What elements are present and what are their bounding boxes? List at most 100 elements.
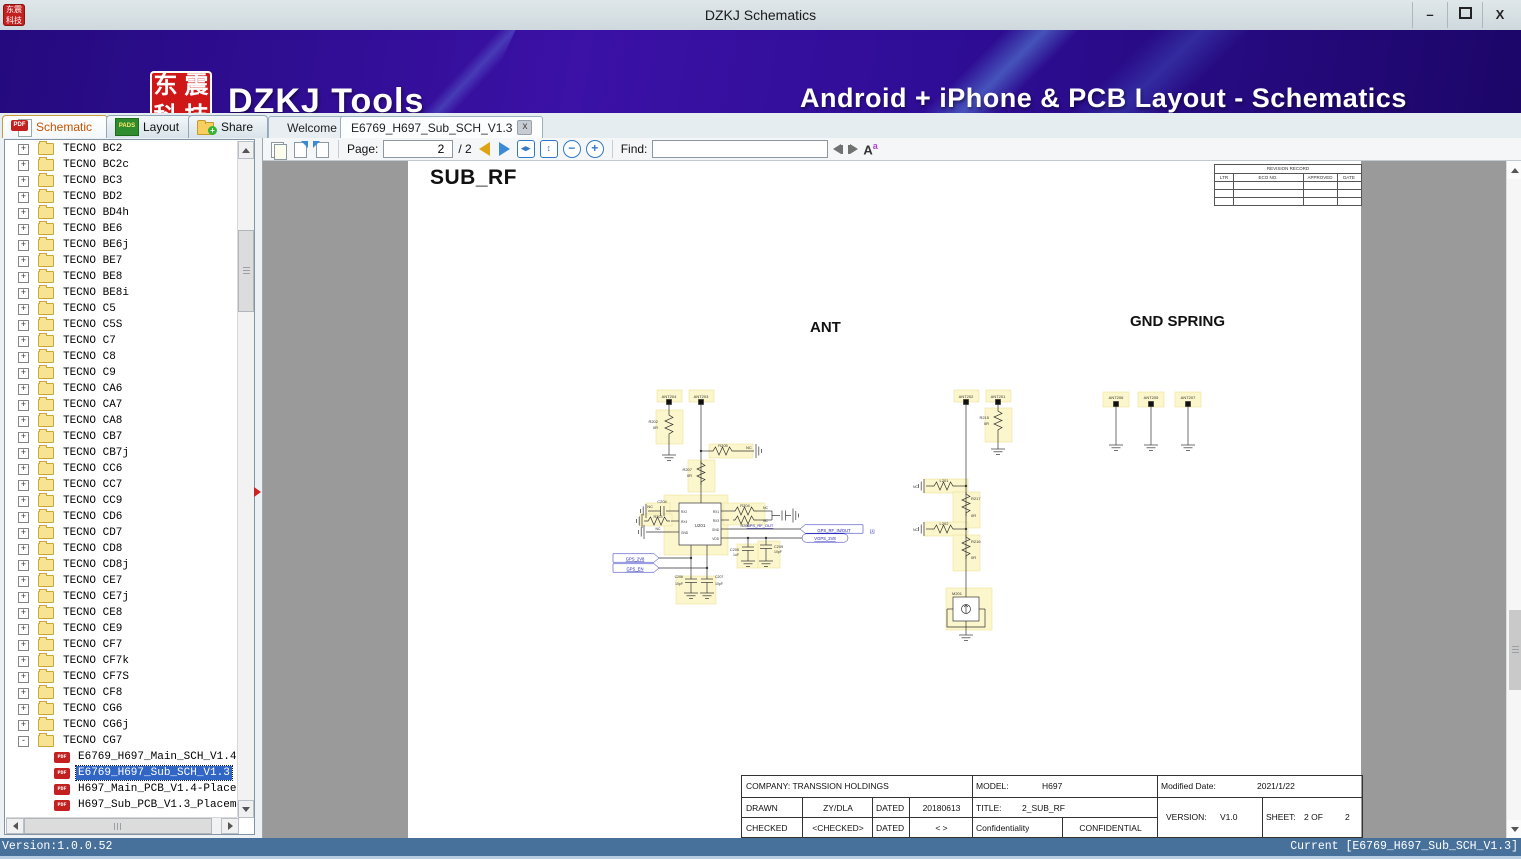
tree-folder[interactable]: + TECNO CC6 [6, 461, 236, 477]
find-next-button[interactable] [848, 144, 859, 154]
tree-folder[interactable]: + TECNO BE8 [6, 269, 236, 285]
expand-icon[interactable]: + [18, 623, 29, 635]
find-previous-button[interactable] [833, 144, 844, 154]
tree-vertical-scrollbar[interactable] [237, 141, 254, 818]
expand-icon[interactable]: + [18, 687, 29, 699]
expand-icon[interactable]: + [18, 639, 29, 651]
expand-icon[interactable]: + [18, 527, 29, 539]
expand-icon[interactable]: + [18, 559, 29, 571]
tree-folder[interactable]: + TECNO CF7k [6, 653, 236, 669]
expand-icon[interactable]: + [18, 335, 29, 347]
zoom-out-button[interactable]: − [562, 140, 581, 158]
tree-file[interactable]: PDF E6769_H697_Main_SCH_V1.4 [6, 749, 236, 765]
expand-icon[interactable]: + [18, 479, 29, 491]
scroll-right-button[interactable] [221, 818, 239, 834]
expand-icon[interactable]: + [18, 319, 29, 331]
scroll-down-button[interactable] [1507, 820, 1521, 838]
expand-icon[interactable]: + [18, 591, 29, 603]
expand-icon[interactable]: + [18, 287, 29, 299]
tab-share[interactable]: + Share [188, 115, 268, 138]
expand-icon[interactable]: + [18, 207, 29, 219]
expand-icon[interactable]: + [18, 719, 29, 731]
tree-folder[interactable]: + TECNO C9 [6, 365, 236, 381]
collapse-icon[interactable]: - [18, 735, 29, 747]
tree-folder[interactable]: + TECNO CE8 [6, 605, 236, 621]
scroll-up-button[interactable] [238, 141, 254, 159]
tree-folder[interactable]: + TECNO BE7 [6, 253, 236, 269]
prev-view-icon[interactable] [313, 140, 330, 158]
scroll-left-button[interactable] [6, 818, 24, 834]
tree-file[interactable]: PDF H697_Main_PCB_V1.4-Placemen [6, 781, 236, 797]
expand-icon[interactable]: + [18, 607, 29, 619]
tree-folder[interactable]: + TECNO C5 [6, 301, 236, 317]
tree-folder[interactable]: + TECNO C8 [6, 349, 236, 365]
expand-icon[interactable]: + [18, 463, 29, 475]
expand-icon[interactable]: + [18, 143, 29, 155]
expand-icon[interactable]: + [18, 447, 29, 459]
tree-folder[interactable]: + TECNO CC9 [6, 493, 236, 509]
tree-file[interactable]: PDF H697_Sub_PCB_V1.3_Placement [6, 797, 236, 813]
tree-folder[interactable]: + TECNO CG6 [6, 701, 236, 717]
next-page-button[interactable] [498, 142, 510, 156]
tab-schematic[interactable]: PDF Schematic [2, 115, 108, 138]
tree-folder[interactable]: + TECNO CF7 [6, 637, 236, 653]
tree-folder[interactable]: + TECNO CB7j [6, 445, 236, 461]
tree-folder[interactable]: + TECNO CF7S [6, 669, 236, 685]
splitter-collapse-arrow[interactable] [254, 487, 261, 497]
tree-folder[interactable]: + TECNO BC3 [6, 173, 236, 189]
expand-icon[interactable]: + [18, 399, 29, 411]
tree-folder[interactable]: + TECNO BE8i [6, 285, 236, 301]
maximize-button[interactable] [1447, 2, 1482, 28]
expand-icon[interactable]: + [18, 575, 29, 587]
tree-folder[interactable]: + TECNO CD8 [6, 541, 236, 557]
snapshot-icon[interactable] [269, 141, 287, 160]
tree-folder[interactable]: + TECNO C5S [6, 317, 236, 333]
expand-icon[interactable]: + [18, 303, 29, 315]
zoom-in-button[interactable]: + [585, 140, 604, 158]
expand-icon[interactable]: + [18, 703, 29, 715]
find-input[interactable] [652, 140, 829, 158]
fit-width-button[interactable]: ◂▸ [516, 140, 535, 158]
expand-icon[interactable]: + [18, 351, 29, 363]
expand-icon[interactable]: + [18, 271, 29, 283]
minimize-button[interactable]: – [1412, 2, 1447, 28]
expand-icon[interactable]: + [18, 511, 29, 523]
tree-folder[interactable]: + TECNO CB7 [6, 429, 236, 445]
expand-icon[interactable]: + [18, 543, 29, 555]
tree-horizontal-scrollbar[interactable] [6, 817, 239, 834]
previous-page-button[interactable] [478, 142, 490, 156]
scroll-thumb[interactable] [238, 230, 254, 312]
expand-icon[interactable]: + [18, 175, 29, 187]
scroll-up-button[interactable] [1507, 161, 1521, 179]
expand-icon[interactable]: + [18, 239, 29, 251]
next-view-icon[interactable] [291, 140, 308, 158]
tree-folder[interactable]: + TECNO CE9 [6, 621, 236, 637]
tab-layout[interactable]: PADS Layout [106, 115, 192, 138]
expand-icon[interactable]: + [18, 367, 29, 379]
close-button[interactable]: X [1482, 2, 1517, 28]
fit-page-button[interactable]: ↕ [539, 140, 558, 158]
tree-file[interactable]: PDF E6769_H697_Sub_SCH_V1.3 [6, 765, 236, 781]
tree-folder[interactable]: + TECNO CA6 [6, 381, 236, 397]
viewer-vertical-scrollbar[interactable] [1506, 161, 1521, 838]
tree-folder[interactable]: + TECNO BC2 [6, 141, 236, 157]
font-size-icon[interactable]: Aa [863, 141, 877, 157]
tree-folder[interactable]: + TECNO CG6j [6, 717, 236, 733]
tab-document[interactable]: E6769_H697_Sub_SCH_V1.3 x [340, 116, 544, 138]
tree-folder[interactable]: + TECNO CF8 [6, 685, 236, 701]
scroll-thumb[interactable] [24, 818, 212, 834]
expand-icon[interactable]: + [18, 671, 29, 683]
expand-icon[interactable]: + [18, 223, 29, 235]
expand-icon[interactable]: + [18, 383, 29, 395]
page-number-input[interactable] [383, 140, 454, 158]
tree-folder[interactable]: + TECNO CE7j [6, 589, 236, 605]
tree-folder[interactable]: + TECNO BD2 [6, 189, 236, 205]
tree-folder[interactable]: + TECNO BE6 [6, 221, 236, 237]
tree-folder[interactable]: + TECNO BC2c [6, 157, 236, 173]
tree-folder[interactable]: - TECNO CG7 [6, 733, 236, 749]
scroll-thumb[interactable] [1509, 610, 1521, 690]
scroll-down-button[interactable] [238, 800, 254, 818]
expand-icon[interactable]: + [18, 255, 29, 267]
expand-icon[interactable]: + [18, 415, 29, 427]
tree-folder[interactable]: + TECNO CD7 [6, 525, 236, 541]
